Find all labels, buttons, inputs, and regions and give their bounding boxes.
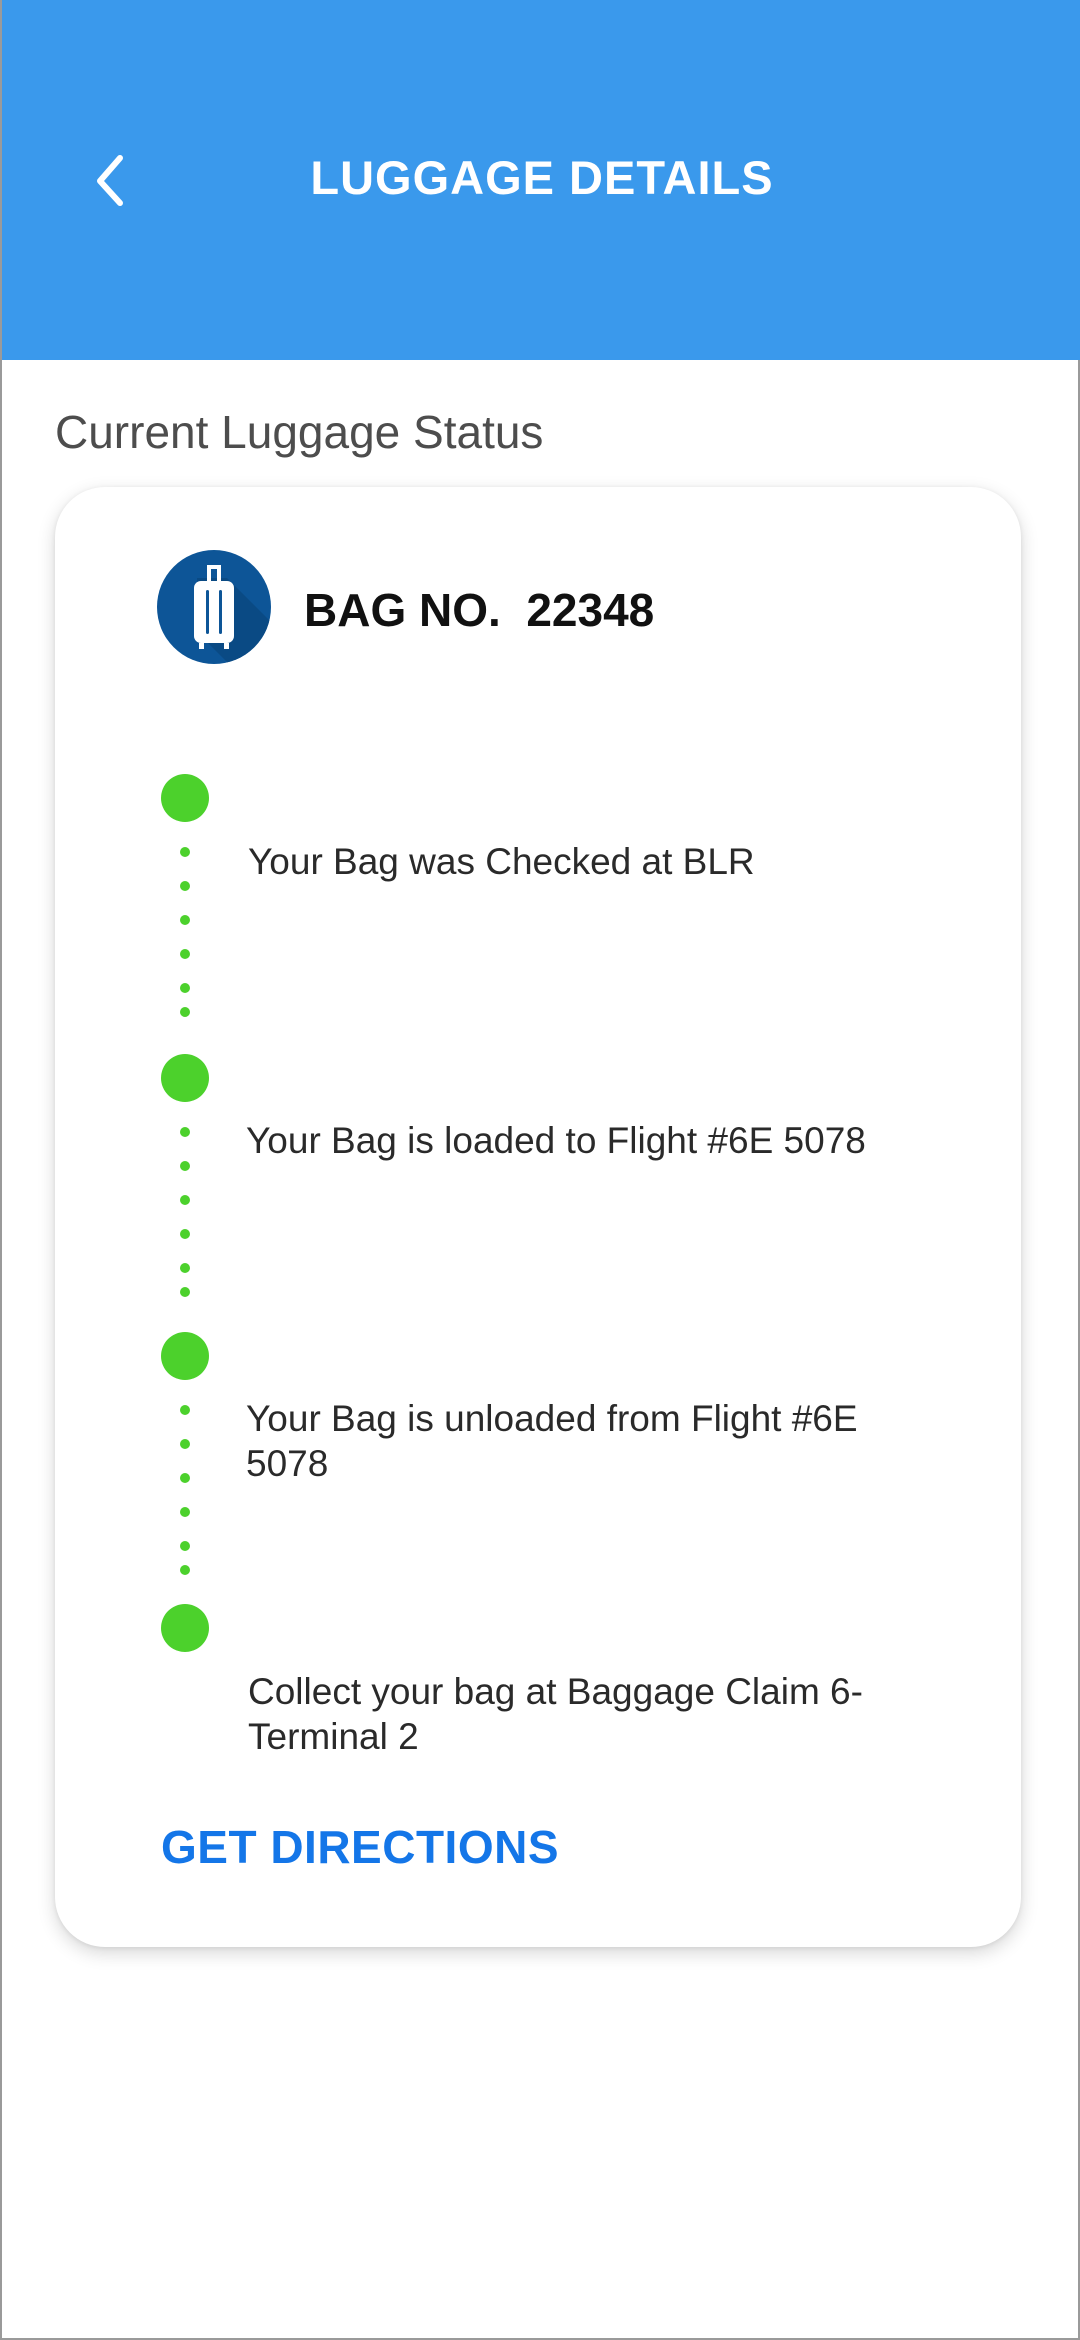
timeline-connector bbox=[180, 1405, 190, 1575]
status-dot bbox=[161, 1054, 209, 1102]
bag-number: BAG NO. 22348 bbox=[304, 584, 655, 636]
timeline-connector bbox=[180, 1127, 190, 1297]
status-step-text: Your Bag was Checked at BLR bbox=[248, 841, 755, 882]
status-step-text: Collect your bag at Baggage Claim 6-Term… bbox=[248, 1671, 863, 1757]
status-dot bbox=[161, 774, 209, 822]
section-title: Current Luggage Status bbox=[55, 406, 544, 458]
status-step-text: Your Bag is loaded to Flight #6E 5078 bbox=[246, 1120, 866, 1161]
get-directions-link[interactable]: GET DIRECTIONS bbox=[161, 1820, 559, 1874]
suitcase-icon bbox=[194, 565, 271, 664]
page-title: LUGGAGE DETAILS bbox=[310, 151, 774, 204]
timeline-connector bbox=[180, 847, 190, 1017]
app-header: LUGGAGE DETAILS bbox=[2, 0, 1080, 360]
luggage-status-card: BAG NO. 22348 Your Bag was Checked at BL… bbox=[55, 487, 1021, 1947]
status-dot bbox=[161, 1332, 209, 1380]
status-step-text: Your Bag is unloaded from Flight #6E 507… bbox=[246, 1398, 858, 1484]
status-dot bbox=[161, 1604, 209, 1652]
bag-avatar bbox=[157, 550, 271, 664]
